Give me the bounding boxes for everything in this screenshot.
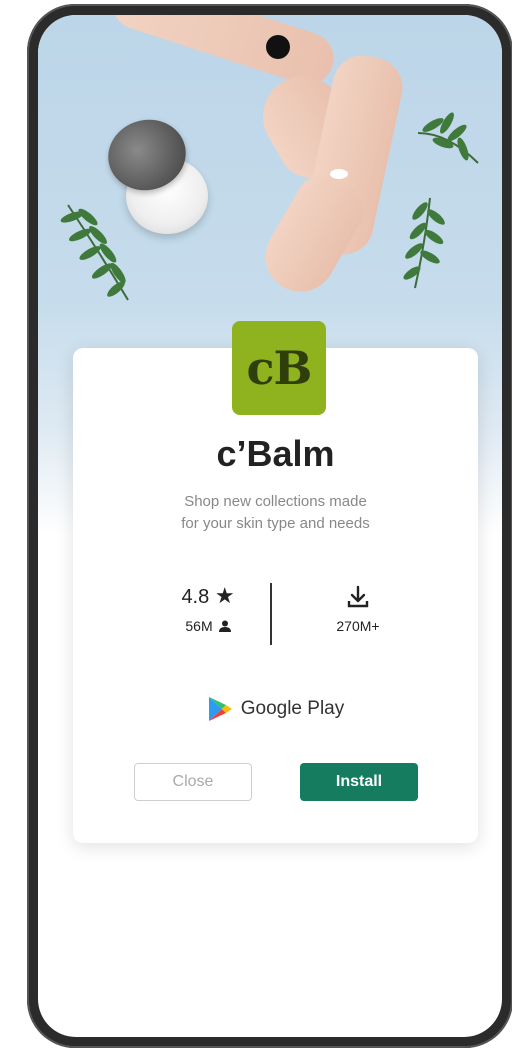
app-icon: cB [232,321,326,415]
stats-divider [270,583,272,645]
google-play-icon [208,697,232,721]
star-icon: ★ [214,583,235,608]
rating-stat: 4.8 ★ 56M [148,582,268,634]
front-camera [266,35,290,59]
app-tagline: Shop new collections made for your skin … [133,491,418,535]
app-icon-text: cB [246,341,313,395]
install-button[interactable]: Install [300,763,418,801]
google-play-badge: Google Play [73,695,478,723]
store-label: Google Play [240,698,345,719]
person-icon [218,620,231,632]
download-icon [347,585,369,607]
downloads-stat: 270M+ [298,582,418,634]
leaf-branch-left [60,204,129,301]
reviews-count: 56M [185,618,213,634]
app-name: c’Balm [216,433,335,474]
rating-value: 4.8 [181,586,210,608]
tagline-line: Shop new collections made [184,493,367,510]
downloads-count: 270M+ [336,618,380,634]
phone-screen: cB c’Balm Shop new collections made for … [38,15,502,1037]
leaf-branch-right-bottom [403,197,445,289]
cream-dab [330,169,348,179]
leaf-branch-right-top [417,112,479,164]
phone-frame: cB c’Balm Shop new collections made for … [27,4,512,1048]
tagline-line: for your skin type and needs [181,515,370,532]
close-button[interactable]: Close [134,763,252,801]
